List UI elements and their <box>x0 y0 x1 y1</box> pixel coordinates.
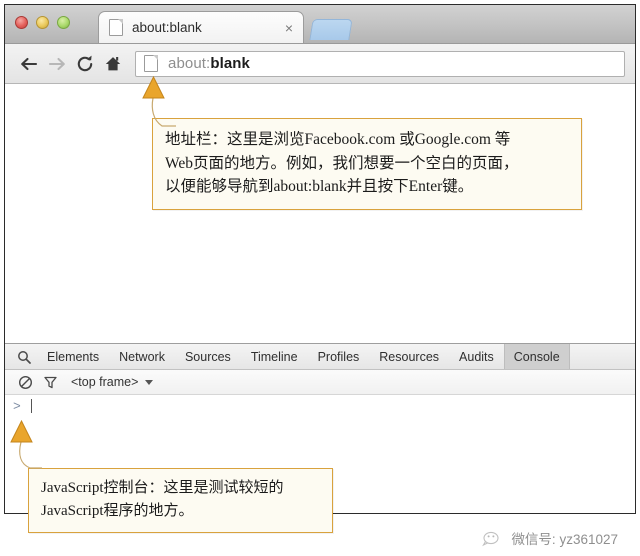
devtools-tab-profiles[interactable]: Profiles <box>308 344 370 369</box>
reload-button[interactable] <box>71 50 99 78</box>
forward-button[interactable] <box>43 50 71 78</box>
devtools-tab-console[interactable]: Console <box>503 344 570 369</box>
chevron-down-icon <box>145 379 154 385</box>
callout-pointer-address <box>142 76 176 127</box>
url-scheme: about: <box>168 55 211 72</box>
console-input-row[interactable]: > <box>5 395 635 417</box>
maximize-window-button[interactable] <box>57 16 70 29</box>
callout-address-line-1: 地址栏：这里是浏览Facebook.com 或Google.com 等 <box>165 131 511 148</box>
devtools-tab-bar: Elements Network Sources Timeline Profil… <box>5 344 635 370</box>
page-icon <box>144 55 158 72</box>
frame-selector-label: <top frame> <box>71 375 139 389</box>
console-text-cursor <box>30 399 32 413</box>
search-icon[interactable] <box>11 344 37 369</box>
tab-strip: about:blank × <box>5 5 635 44</box>
devtools-tab-elements[interactable]: Elements <box>37 344 109 369</box>
frame-selector[interactable]: <top frame> <box>71 375 154 389</box>
callout-console-line-2: JavaScript程序的地方。 <box>41 502 194 519</box>
navigation-toolbar: about:blank <box>5 44 635 84</box>
url-path: blank <box>210 55 250 72</box>
callout-javascript-console: JavaScript控制台：这里是测试较短的 JavaScript程序的地方。 <box>28 468 333 533</box>
page-icon <box>109 19 123 36</box>
callout-pointer-console <box>10 420 42 469</box>
close-icon[interactable]: × <box>283 21 295 35</box>
filter-funnel-icon[interactable] <box>38 371 63 393</box>
home-button[interactable] <box>99 50 127 78</box>
address-bar-text: about:blank <box>168 55 250 72</box>
devtools-tab-resources[interactable]: Resources <box>369 344 449 369</box>
browser-tab-about-blank[interactable]: about:blank × <box>98 11 304 43</box>
devtools-tab-sources[interactable]: Sources <box>175 344 241 369</box>
new-tab-button[interactable] <box>309 19 353 40</box>
clear-console-icon[interactable] <box>13 371 38 393</box>
wechat-icon <box>482 531 499 547</box>
prompt-chevron-icon: > <box>13 398 21 414</box>
back-button[interactable] <box>15 50 43 78</box>
devtools-tab-audits[interactable]: Audits <box>449 344 504 369</box>
devtools-tab-network[interactable]: Network <box>109 344 175 369</box>
close-window-button[interactable] <box>15 16 28 29</box>
browser-window: about:blank × about:blank Elements Netwo… <box>4 4 636 514</box>
address-bar[interactable]: about:blank <box>135 50 625 77</box>
callout-address-line-2: Web页面的地方。例如，我们想要一个空白的页面， <box>165 154 519 172</box>
devtools-tab-timeline[interactable]: Timeline <box>241 344 308 369</box>
tab-title: about:blank <box>132 20 202 35</box>
callout-console-line-1: JavaScript控制台：这里是测试较短的 <box>41 480 284 496</box>
traffic-lights <box>15 16 70 29</box>
callout-address-line-3: 以便能够导航到about:blank并且按下Enter键。 <box>165 178 474 196</box>
minimize-window-button[interactable] <box>36 16 49 29</box>
callout-address-bar: 地址栏：这里是浏览Facebook.com 或Google.com 等 Web页… <box>152 118 582 210</box>
watermark-text: 微信号: yz361027 <box>511 532 618 547</box>
watermark: 微信号: yz361027 <box>482 528 618 548</box>
console-toolbar: <top frame> <box>5 370 635 395</box>
